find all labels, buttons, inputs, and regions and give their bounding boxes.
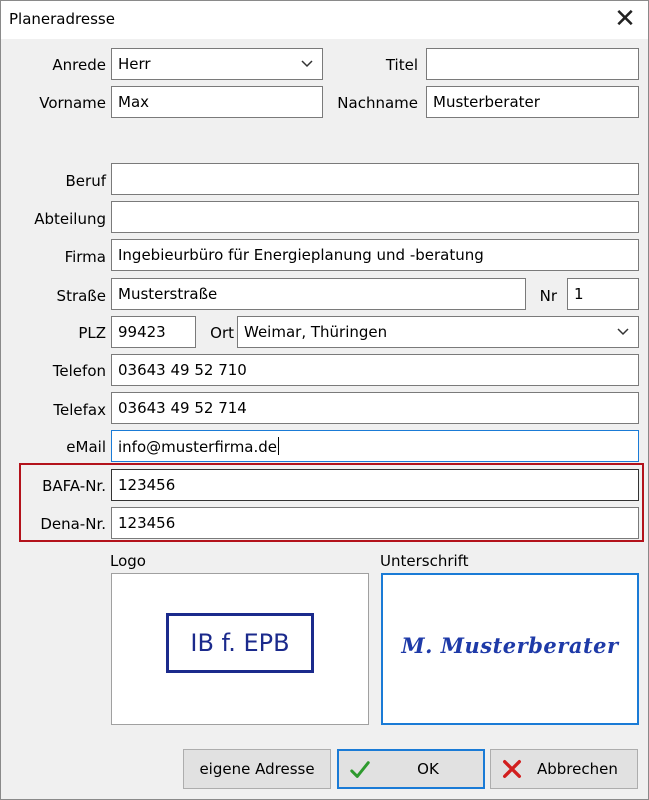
email-value: info@musterfirma.de <box>118 438 278 456</box>
telefax-input[interactable]: 03643 49 52 714 <box>111 392 639 424</box>
plz-value: 99423 <box>118 323 166 341</box>
titel-input[interactable] <box>426 48 639 80</box>
email-label: eMail <box>66 438 106 456</box>
plz-label: PLZ <box>78 324 106 342</box>
bafa-label: BAFA-Nr. <box>42 477 106 495</box>
dena-label: Dena-Nr. <box>40 515 106 533</box>
signature-label: Unterschrift <box>380 552 469 570</box>
nachname-input[interactable]: Musterberater <box>426 86 639 118</box>
logo-label: Logo <box>110 552 146 570</box>
planeradresse-dialog: Planeradresse ✕ Anrede Herr Titel Vornam… <box>0 0 649 800</box>
logo-image-box[interactable]: IB f. EPB <box>111 573 369 725</box>
title-bar: Planeradresse ✕ <box>1 1 648 39</box>
telefon-label: Telefon <box>52 362 106 380</box>
beruf-input[interactable] <box>111 163 639 195</box>
ok-button[interactable]: OK <box>337 749 485 789</box>
nr-value: 1 <box>574 285 584 303</box>
email-input[interactable]: info@musterfirma.de <box>111 430 639 462</box>
vorname-value: Max <box>118 93 150 111</box>
dena-input[interactable]: 123456 <box>111 507 639 539</box>
text-cursor <box>278 437 280 455</box>
nr-label: Nr <box>539 287 557 305</box>
anrede-combobox[interactable]: Herr <box>111 48 323 80</box>
chevron-down-icon <box>617 328 629 336</box>
ort-label: Ort <box>210 324 234 342</box>
strasse-input[interactable]: Musterstraße <box>111 278 526 310</box>
telefax-label: Telefax <box>53 401 106 419</box>
bafa-value: 123456 <box>118 476 176 494</box>
ort-value: Weimar, Thüringen <box>244 323 388 341</box>
firma-input[interactable]: Ingebieurbüro für Energieplanung und -be… <box>111 239 639 271</box>
window-title: Planeradresse <box>9 10 115 28</box>
telefax-value: 03643 49 52 714 <box>118 399 247 417</box>
nr-input[interactable]: 1 <box>567 278 639 310</box>
abteilung-input[interactable] <box>111 201 639 233</box>
firma-label: Firma <box>64 248 106 266</box>
strasse-label: Straße <box>56 287 106 305</box>
vorname-input[interactable]: Max <box>111 86 323 118</box>
logo-text: IB f. EPB <box>190 629 290 657</box>
signature-image: M. Musterberater <box>383 633 637 658</box>
own-address-button[interactable]: eigene Adresse <box>183 749 331 789</box>
signature-text: M. Musterberater <box>401 633 619 658</box>
logo-image: IB f. EPB <box>166 613 314 673</box>
telefon-input[interactable]: 03643 49 52 710 <box>111 354 639 386</box>
red-x-icon <box>503 760 521 778</box>
cancel-button[interactable]: Abbrechen <box>490 749 638 789</box>
close-icon: ✕ <box>614 4 636 34</box>
plz-input[interactable]: 99423 <box>111 316 196 348</box>
vorname-label: Vorname <box>39 94 106 112</box>
strasse-value: Musterstraße <box>118 285 218 303</box>
titel-label: Titel <box>385 56 418 74</box>
anrede-value: Herr <box>118 55 151 73</box>
close-button[interactable]: ✕ <box>610 6 640 34</box>
abteilung-label: Abteilung <box>34 210 106 228</box>
telefon-value: 03643 49 52 710 <box>118 361 247 379</box>
nachname-value: Musterberater <box>433 93 540 111</box>
firma-value: Ingebieurbüro für Energieplanung und -be… <box>118 246 484 264</box>
dena-value: 123456 <box>118 514 176 532</box>
own-address-label: eigene Adresse <box>199 760 315 778</box>
chevron-down-icon <box>301 60 313 68</box>
nachname-label: Nachname <box>337 94 418 112</box>
cancel-label: Abbrechen <box>537 760 618 778</box>
beruf-label: Beruf <box>65 172 106 190</box>
bafa-input[interactable]: 123456 <box>111 469 639 501</box>
anrede-label: Anrede <box>52 56 106 74</box>
ort-combobox[interactable]: Weimar, Thüringen <box>237 316 639 348</box>
signature-image-box[interactable]: M. Musterberater <box>381 573 639 725</box>
